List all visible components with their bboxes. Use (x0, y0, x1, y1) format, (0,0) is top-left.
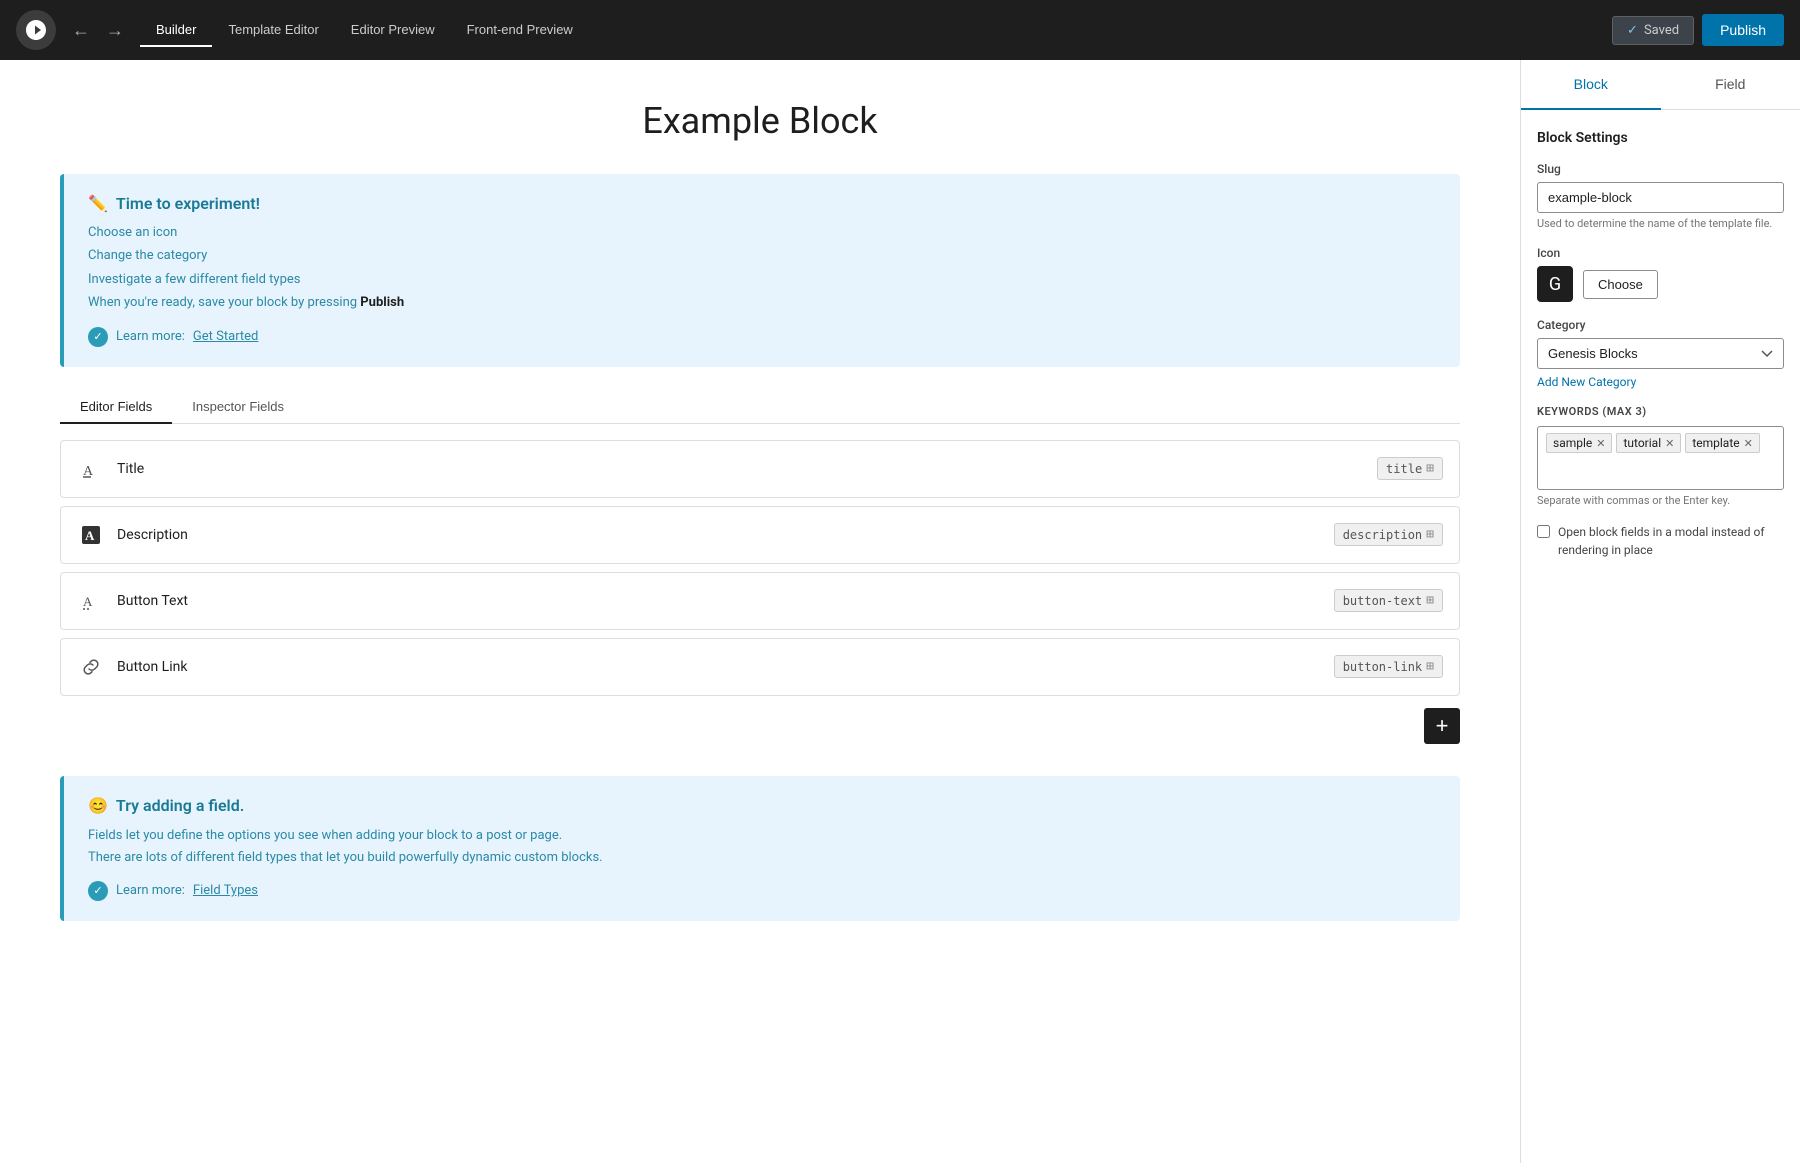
button-link-field-name: Button Link (117, 659, 1322, 675)
description-badge-icon[interactable]: ⊞ (1426, 527, 1434, 542)
button-link-field-icon (77, 653, 105, 681)
field-row-title: A Title title ⊞ (60, 440, 1460, 498)
category-label: Category (1537, 318, 1784, 332)
keywords-container[interactable]: sample ✕ tutorial ✕ template ✕ (1537, 426, 1784, 490)
keywords-title: KEYWORDS (MAX 3) (1537, 405, 1784, 418)
nav-tabs: Builder Template Editor Editor Preview F… (140, 14, 589, 47)
icon-row: G Choose (1537, 266, 1784, 302)
experiment-info-box: ✏️ Time to experiment! Choose an icon Ch… (60, 174, 1460, 367)
info-box2-title: 😊 Try adding a field. (88, 796, 1436, 815)
button-text-field-icon: A (77, 587, 105, 615)
right-panel: Block Field Block Settings Slug Used to … (1520, 60, 1800, 1163)
keyword-template: template ✕ (1685, 433, 1760, 453)
title-field-badge: title ⊞ (1377, 457, 1443, 480)
slug-input[interactable] (1537, 182, 1784, 213)
info-item-1: Choose an icon (88, 221, 1436, 244)
slug-label: Slug (1537, 162, 1784, 176)
panel-tabs: Block Field (1521, 60, 1800, 110)
button-text-field-name: Button Text (117, 593, 1322, 609)
keywords-hint: Separate with commas or the Enter key. (1537, 494, 1784, 507)
description-field-icon: A (77, 521, 105, 549)
button-text-field-badge: button-text ⊞ (1334, 589, 1443, 612)
info-box2-text: Fields let you define the options you se… (88, 825, 1436, 869)
field-row-description: A Description description ⊞ (60, 506, 1460, 564)
learn-prefix: Learn more: (116, 329, 185, 344)
get-started-link[interactable]: Get Started (193, 329, 258, 344)
icon-preview: G (1537, 266, 1573, 302)
info-box2-check-icon: ✓ (88, 881, 108, 901)
publish-button[interactable]: Publish (1702, 14, 1784, 46)
smiley-icon: 😊 (88, 796, 108, 815)
saved-label: Saved (1644, 23, 1679, 38)
tab-editor-preview[interactable]: Editor Preview (335, 14, 451, 47)
title-field-icon: A (77, 455, 105, 483)
keyword-sample: sample ✕ (1546, 433, 1612, 453)
field-row-button-link: Button Link button-link ⊞ (60, 638, 1460, 696)
info-box2-line1: Fields let you define the options you se… (88, 825, 1436, 847)
svg-text:A: A (83, 594, 93, 609)
tab-builder[interactable]: Builder (140, 14, 212, 47)
page-title: Example Block (60, 100, 1460, 142)
keyword-tutorial-remove[interactable]: ✕ (1665, 438, 1674, 449)
pencil-icon: ✏️ (88, 194, 108, 213)
info-item-3: Investigate a few different field types (88, 268, 1436, 291)
tab-template-editor[interactable]: Template Editor (212, 14, 334, 47)
main-content: Example Block ✏️ Time to experiment! Cho… (0, 60, 1520, 1163)
panel-body: Block Settings Slug Used to determine th… (1521, 110, 1800, 595)
info-box2-line2: There are lots of different field types … (88, 847, 1436, 869)
info-box-items: Choose an icon Change the category Inves… (88, 221, 1436, 315)
tab-editor-fields[interactable]: Editor Fields (60, 391, 172, 424)
description-field-badge: description ⊞ (1334, 523, 1443, 546)
info-item-2: Change the category (88, 244, 1436, 267)
choose-icon-button[interactable]: Choose (1583, 270, 1658, 299)
saved-status: ✓ Saved (1612, 16, 1694, 45)
button-link-badge-icon[interactable]: ⊞ (1426, 659, 1434, 674)
info-item-publish: When you're ready, save your block by pr… (88, 291, 1436, 314)
modal-checkbox-row: Open block fields in a modal instead of … (1537, 523, 1784, 559)
add-field-button[interactable]: + (1424, 708, 1460, 744)
nav-back-button[interactable]: ← (64, 17, 98, 43)
description-field-name: Description (117, 527, 1322, 543)
block-settings-title: Block Settings (1537, 130, 1784, 146)
info-box2-learn-prefix: Learn more: (116, 883, 185, 898)
button-text-badge-icon[interactable]: ⊞ (1426, 593, 1434, 608)
app-layout: Example Block ✏️ Time to experiment! Cho… (0, 60, 1800, 1163)
panel-tab-block[interactable]: Block (1521, 60, 1661, 110)
info-box-title: ✏️ Time to experiment! (88, 194, 1436, 213)
info-box-learn: ✓ Learn more: Get Started (88, 327, 1436, 347)
keyword-sample-remove[interactable]: ✕ (1596, 438, 1605, 449)
learn-check-icon: ✓ (88, 327, 108, 347)
field-rows: A Title title ⊞ A Description (60, 440, 1460, 696)
panel-tab-field[interactable]: Field (1661, 60, 1800, 110)
check-icon: ✓ (1627, 23, 1638, 38)
tab-frontend-preview[interactable]: Front-end Preview (451, 14, 589, 47)
category-select[interactable]: Genesis Blocks Common Formatting Layout … (1537, 338, 1784, 369)
modal-checkbox[interactable] (1537, 525, 1550, 538)
field-row-button-text: A Button Text button-text ⊞ (60, 572, 1460, 630)
field-types-link[interactable]: Field Types (193, 883, 258, 898)
try-adding-field-box: 😊 Try adding a field. Fields let you def… (60, 776, 1460, 921)
info-box2-learn: ✓ Learn more: Field Types (88, 881, 1436, 901)
tab-inspector-fields[interactable]: Inspector Fields (172, 391, 304, 424)
keyword-template-remove[interactable]: ✕ (1744, 438, 1753, 449)
keyword-tutorial: tutorial ✕ (1616, 433, 1681, 453)
add-category-link[interactable]: Add New Category (1537, 375, 1784, 389)
title-field-name: Title (117, 461, 1365, 477)
svg-text:A: A (85, 528, 95, 543)
icon-label: Icon (1537, 246, 1784, 260)
button-link-field-badge: button-link ⊞ (1334, 655, 1443, 678)
wordpress-logo (16, 10, 56, 50)
fields-tabs: Editor Fields Inspector Fields (60, 391, 1460, 424)
nav-forward-button[interactable]: → (98, 17, 132, 43)
modal-checkbox-label: Open block fields in a modal instead of … (1558, 523, 1784, 559)
title-badge-icon[interactable]: ⊞ (1426, 461, 1434, 476)
slug-hint: Used to determine the name of the templa… (1537, 217, 1784, 230)
top-navigation: ← → Builder Template Editor Editor Previ… (0, 0, 1800, 60)
